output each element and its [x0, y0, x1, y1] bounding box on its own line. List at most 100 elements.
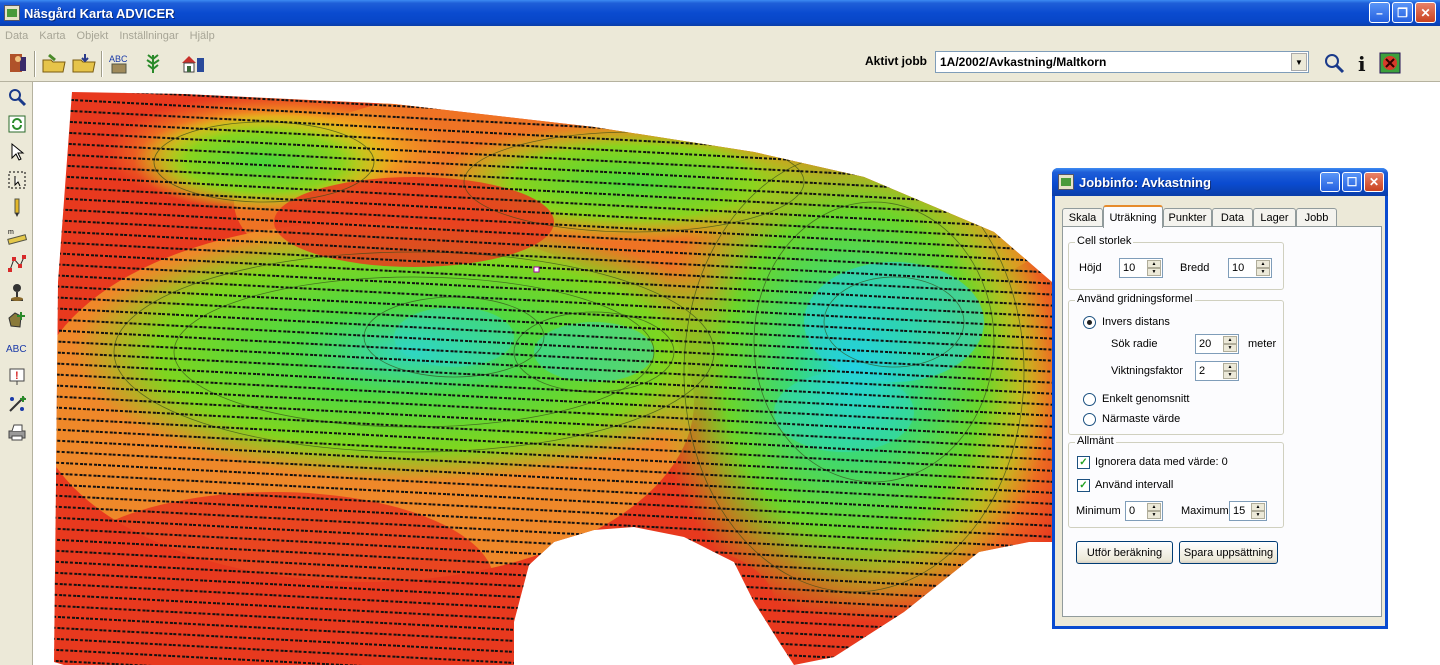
refresh-icon[interactable] [4, 112, 29, 136]
weight-down-icon[interactable]: ▼ [1223, 371, 1237, 379]
height-down-icon[interactable]: ▼ [1147, 268, 1161, 276]
window-titlebar: Näsgård Karta ADVICER – ❐ ✕ [0, 0, 1440, 26]
save-settings-button[interactable]: Spara uppsättning [1179, 541, 1278, 564]
svg-text:m: m [8, 229, 14, 236]
dialog-titlebar: Jobbinfo: Avkastning – ☐ ✕ [1052, 168, 1388, 196]
ignore-zero-checkbox[interactable]: ✓ [1077, 456, 1090, 469]
menu-data[interactable]: Data [5, 30, 28, 42]
calculate-button[interactable]: Utför beräkning [1076, 541, 1173, 564]
tab-lager[interactable]: Lager [1253, 208, 1296, 227]
inverse-distance-radio[interactable] [1083, 316, 1096, 329]
min-up-icon[interactable]: ▲ [1147, 503, 1161, 511]
tab-utrakning[interactable]: Uträkning [1103, 205, 1163, 228]
dialog-minimize-button[interactable]: – [1320, 172, 1340, 192]
info-icon[interactable]: i [1348, 49, 1376, 77]
min-down-icon[interactable]: ▼ [1147, 511, 1161, 519]
inverse-distance-label: Invers distans [1102, 316, 1170, 328]
print-icon[interactable] [4, 420, 29, 444]
weight-up-icon[interactable]: ▲ [1223, 363, 1237, 371]
text-abc-icon[interactable]: ABC [106, 49, 134, 77]
select-area-icon[interactable] [4, 168, 29, 192]
width-down-icon[interactable]: ▼ [1256, 268, 1270, 276]
height-label: Höjd [1079, 262, 1102, 274]
warning-flag-icon[interactable]: ! [4, 364, 29, 388]
svg-text:!: ! [15, 370, 19, 382]
dialog-title: Jobbinfo: Avkastning [1079, 174, 1211, 190]
maximum-value: 15 [1233, 505, 1246, 517]
radius-up-icon[interactable]: ▲ [1223, 336, 1237, 344]
tab-jobb[interactable]: Jobb [1296, 208, 1337, 227]
polyline-icon[interactable] [4, 252, 29, 276]
height-up-icon[interactable]: ▲ [1147, 260, 1161, 268]
active-job-dropdown[interactable]: 1A/2002/Avkastning/Maltkorn ▼ [935, 51, 1309, 73]
window-title: Näsgård Karta ADVICER [24, 5, 175, 21]
use-interval-checkbox[interactable]: ✓ [1077, 479, 1090, 492]
save-folder-icon[interactable] [70, 49, 98, 77]
simple-average-radio[interactable] [1083, 393, 1096, 406]
chevron-down-icon[interactable]: ▼ [1291, 53, 1307, 71]
zoom-icon[interactable] [4, 85, 29, 109]
weight-label: Viktningsfaktor [1111, 365, 1183, 377]
tab-skala[interactable]: Skala [1062, 208, 1103, 227]
cell-size-group: Cell storlek Höjd 10 ▲ ▼ Bredd 10 ▲ ▼ [1068, 235, 1284, 290]
job-info-dialog: Jobbinfo: Avkastning – ☐ ✕ Skala Uträkni… [1052, 168, 1388, 629]
tab-panel-utrakning: Cell storlek Höjd 10 ▲ ▼ Bredd 10 ▲ ▼ Anvä… [1062, 226, 1382, 617]
minimum-stepper[interactable]: 0 ▲ ▼ [1125, 501, 1163, 521]
main-toolbar: ABC Aktivt jobb 1A/2002/Avkastning/Maltk… [0, 45, 1440, 82]
farm-icon[interactable] [179, 49, 207, 77]
use-interval-label: Använd intervall [1095, 479, 1174, 491]
menu-hjalp[interactable]: Hjälp [190, 30, 215, 42]
measure-icon[interactable]: m [4, 224, 29, 248]
radius-down-icon[interactable]: ▼ [1223, 344, 1237, 352]
weight-stepper[interactable]: 2 ▲ ▼ [1195, 361, 1239, 381]
search-icon[interactable] [1320, 49, 1348, 77]
add-polygon-icon[interactable] [4, 308, 29, 332]
max-up-icon[interactable]: ▲ [1251, 503, 1265, 511]
menu-objekt[interactable]: Objekt [77, 30, 109, 42]
menu-bar: Data Karta Objekt Inställningar Hjälp [0, 26, 1440, 45]
svg-text:i: i [1358, 52, 1366, 75]
minimum-value: 0 [1129, 505, 1136, 517]
max-down-icon[interactable]: ▼ [1251, 511, 1265, 519]
tool-palette: m ABC ! [0, 82, 33, 665]
active-job-label: Aktivt jobb [865, 54, 927, 68]
close-button[interactable]: ✕ [1415, 2, 1436, 23]
pointer-icon[interactable] [4, 140, 29, 164]
gridding-formula-label: Använd gridningsformel [1075, 293, 1195, 305]
ignore-zero-label: Ignorera data med värde: 0 [1095, 456, 1228, 468]
restore-button[interactable]: ❐ [1392, 2, 1413, 23]
search-radius-label: Sök radie [1111, 338, 1158, 350]
maximum-label: Maximum [1181, 505, 1229, 517]
dialog-maximize-button[interactable]: ☐ [1342, 172, 1362, 192]
app-icon [4, 5, 20, 21]
tab-data[interactable]: Data [1212, 208, 1253, 227]
search-radius-unit: meter [1248, 338, 1277, 350]
calculate-icon[interactable] [4, 392, 29, 416]
height-stepper[interactable]: 10 ▲ ▼ [1119, 258, 1163, 278]
exit-icon[interactable] [4, 49, 32, 77]
menu-karta[interactable]: Karta [39, 30, 65, 42]
maximum-stepper[interactable]: 15 ▲ ▼ [1229, 501, 1267, 521]
height-value: 10 [1123, 262, 1136, 274]
minimize-button[interactable]: – [1369, 2, 1390, 23]
minimum-label: Minimum [1076, 505, 1121, 517]
general-label: Allmänt [1075, 435, 1116, 447]
gridding-formula-group: Använd gridningsformel Invers distans Sö… [1068, 293, 1284, 435]
width-up-icon[interactable]: ▲ [1256, 260, 1270, 268]
pencil-icon[interactable] [4, 196, 29, 220]
simple-average-label: Enkelt genomsnitt [1102, 393, 1190, 405]
nearest-value-radio[interactable] [1083, 413, 1096, 426]
exit-app-icon[interactable] [1376, 49, 1404, 77]
dialog-app-icon [1058, 174, 1074, 190]
tab-punkter[interactable]: Punkter [1163, 208, 1212, 227]
sample-point-icon[interactable] [4, 280, 29, 304]
dialog-close-button[interactable]: ✕ [1364, 172, 1384, 192]
crop-icon[interactable] [139, 49, 167, 77]
weight-value: 2 [1199, 365, 1206, 377]
menu-installningar[interactable]: Inställningar [119, 30, 178, 42]
open-folder-icon[interactable] [40, 49, 68, 77]
label-abc-icon[interactable]: ABC [4, 336, 29, 360]
search-radius-stepper[interactable]: 20 ▲ ▼ [1195, 334, 1239, 354]
width-stepper[interactable]: 10 ▲ ▼ [1228, 258, 1272, 278]
cell-size-label: Cell storlek [1075, 235, 1134, 247]
